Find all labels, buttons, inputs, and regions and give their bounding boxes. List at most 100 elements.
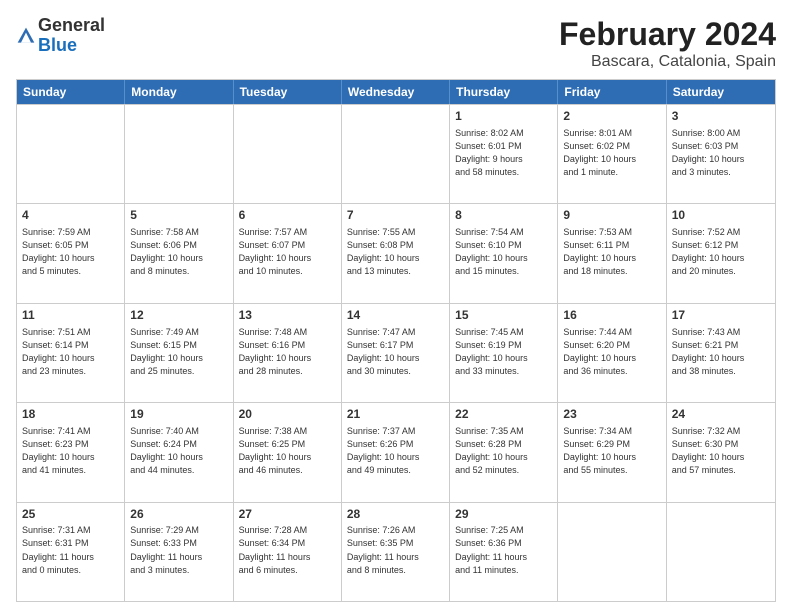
day-info: Sunrise: 7:29 AM Sunset: 6:33 PM Dayligh…	[130, 524, 227, 576]
cal-cell: 14 Sunrise: 7:47 AM Sunset: 6:17 PM Dayli…	[342, 304, 450, 402]
cal-header-cell-wednesday: Wednesday	[342, 80, 450, 104]
day-number: 27	[239, 506, 336, 523]
day-number: 24	[672, 406, 770, 423]
day-number: 9	[563, 207, 660, 224]
day-number: 25	[22, 506, 119, 523]
cal-cell	[342, 105, 450, 203]
calendar: SundayMondayTuesdayWednesdayThursdayFrid…	[16, 79, 776, 602]
day-info: Sunrise: 7:45 AM Sunset: 6:19 PM Dayligh…	[455, 326, 552, 378]
day-info: Sunrise: 8:00 AM Sunset: 6:03 PM Dayligh…	[672, 127, 770, 179]
day-info: Sunrise: 7:41 AM Sunset: 6:23 PM Dayligh…	[22, 425, 119, 477]
cal-cell: 7 Sunrise: 7:55 AM Sunset: 6:08 PM Daylig…	[342, 204, 450, 302]
day-info: Sunrise: 7:57 AM Sunset: 6:07 PM Dayligh…	[239, 226, 336, 278]
cal-cell: 10 Sunrise: 7:52 AM Sunset: 6:12 PM Dayli…	[667, 204, 775, 302]
day-number: 19	[130, 406, 227, 423]
day-info: Sunrise: 7:53 AM Sunset: 6:11 PM Dayligh…	[563, 226, 660, 278]
day-info: Sunrise: 7:43 AM Sunset: 6:21 PM Dayligh…	[672, 326, 770, 378]
cal-cell: 2Sunrise: 8:01 AM Sunset: 6:02 PM Daylig…	[558, 105, 666, 203]
calendar-header: SundayMondayTuesdayWednesdayThursdayFrid…	[17, 80, 775, 104]
cal-week-1: 4 Sunrise: 7:59 AM Sunset: 6:05 PM Daylig…	[17, 203, 775, 302]
day-info: Sunrise: 7:59 AM Sunset: 6:05 PM Dayligh…	[22, 226, 119, 278]
day-info: Sunrise: 7:55 AM Sunset: 6:08 PM Dayligh…	[347, 226, 444, 278]
logo-text: General Blue	[38, 16, 105, 56]
cal-cell: 21Sunrise: 7:37 AM Sunset: 6:26 PM Dayli…	[342, 403, 450, 501]
cal-week-4: 25Sunrise: 7:31 AM Sunset: 6:31 PM Dayli…	[17, 502, 775, 601]
cal-cell: 5Sunrise: 7:58 AM Sunset: 6:06 PM Daylig…	[125, 204, 233, 302]
day-info: Sunrise: 7:40 AM Sunset: 6:24 PM Dayligh…	[130, 425, 227, 477]
day-info: Sunrise: 8:02 AM Sunset: 6:01 PM Dayligh…	[455, 127, 552, 179]
day-info: Sunrise: 7:35 AM Sunset: 6:28 PM Dayligh…	[455, 425, 552, 477]
cal-cell: 29Sunrise: 7:25 AM Sunset: 6:36 PM Dayli…	[450, 503, 558, 601]
page: General Blue February 2024 Bascara, Cata…	[0, 0, 792, 612]
logo-icon	[16, 26, 36, 46]
cal-cell: 13Sunrise: 7:48 AM Sunset: 6:16 PM Dayli…	[234, 304, 342, 402]
logo: General Blue	[16, 16, 105, 56]
cal-cell	[558, 503, 666, 601]
calendar-body: 1 Sunrise: 8:02 AM Sunset: 6:01 PM Daylig…	[17, 104, 775, 601]
day-number: 6	[239, 207, 336, 224]
cal-cell: 17 Sunrise: 7:43 AM Sunset: 6:21 PM Dayli…	[667, 304, 775, 402]
cal-week-2: 11 Sunrise: 7:51 AM Sunset: 6:14 PM Dayli…	[17, 303, 775, 402]
cal-cell	[17, 105, 125, 203]
day-number: 18	[22, 406, 119, 423]
cal-header-cell-sunday: Sunday	[17, 80, 125, 104]
day-info: Sunrise: 7:32 AM Sunset: 6:30 PM Dayligh…	[672, 425, 770, 477]
cal-cell: 23 Sunrise: 7:34 AM Sunset: 6:29 PM Dayli…	[558, 403, 666, 501]
cal-cell	[234, 105, 342, 203]
cal-cell: 18 Sunrise: 7:41 AM Sunset: 6:23 PM Dayli…	[17, 403, 125, 501]
day-info: Sunrise: 7:51 AM Sunset: 6:14 PM Dayligh…	[22, 326, 119, 378]
day-number: 4	[22, 207, 119, 224]
day-number: 14	[347, 307, 444, 324]
cal-cell: 25Sunrise: 7:31 AM Sunset: 6:31 PM Dayli…	[17, 503, 125, 601]
cal-header-cell-monday: Monday	[125, 80, 233, 104]
day-info: Sunrise: 7:34 AM Sunset: 6:29 PM Dayligh…	[563, 425, 660, 477]
day-number: 23	[563, 406, 660, 423]
cal-cell: 27Sunrise: 7:28 AM Sunset: 6:34 PM Dayli…	[234, 503, 342, 601]
day-number: 12	[130, 307, 227, 324]
cal-cell: 6 Sunrise: 7:57 AM Sunset: 6:07 PM Daylig…	[234, 204, 342, 302]
day-number: 21	[347, 406, 444, 423]
day-number: 20	[239, 406, 336, 423]
cal-cell: 24 Sunrise: 7:32 AM Sunset: 6:30 PM Dayli…	[667, 403, 775, 501]
day-info: Sunrise: 7:26 AM Sunset: 6:35 PM Dayligh…	[347, 524, 444, 576]
cal-cell: 3Sunrise: 8:00 AM Sunset: 6:03 PM Daylig…	[667, 105, 775, 203]
cal-header-cell-tuesday: Tuesday	[234, 80, 342, 104]
day-info: Sunrise: 7:47 AM Sunset: 6:17 PM Dayligh…	[347, 326, 444, 378]
cal-week-3: 18 Sunrise: 7:41 AM Sunset: 6:23 PM Dayli…	[17, 402, 775, 501]
header: General Blue February 2024 Bascara, Cata…	[16, 16, 776, 71]
title-block: February 2024 Bascara, Catalonia, Spain	[559, 16, 776, 71]
day-number: 10	[672, 207, 770, 224]
cal-cell: 28Sunrise: 7:26 AM Sunset: 6:35 PM Dayli…	[342, 503, 450, 601]
day-info: Sunrise: 7:54 AM Sunset: 6:10 PM Dayligh…	[455, 226, 552, 278]
cal-cell: 20 Sunrise: 7:38 AM Sunset: 6:25 PM Dayli…	[234, 403, 342, 501]
day-info: Sunrise: 7:31 AM Sunset: 6:31 PM Dayligh…	[22, 524, 119, 576]
calendar-title: February 2024	[559, 16, 776, 53]
cal-cell: 8 Sunrise: 7:54 AM Sunset: 6:10 PM Daylig…	[450, 204, 558, 302]
cal-cell: 1 Sunrise: 8:02 AM Sunset: 6:01 PM Daylig…	[450, 105, 558, 203]
cal-cell: 12Sunrise: 7:49 AM Sunset: 6:15 PM Dayli…	[125, 304, 233, 402]
cal-cell: 16Sunrise: 7:44 AM Sunset: 6:20 PM Dayli…	[558, 304, 666, 402]
cal-cell	[667, 503, 775, 601]
day-info: Sunrise: 7:25 AM Sunset: 6:36 PM Dayligh…	[455, 524, 552, 576]
logo-blue-text: Blue	[38, 36, 105, 56]
day-number: 13	[239, 307, 336, 324]
day-info: Sunrise: 7:38 AM Sunset: 6:25 PM Dayligh…	[239, 425, 336, 477]
cal-cell: 4 Sunrise: 7:59 AM Sunset: 6:05 PM Daylig…	[17, 204, 125, 302]
day-number: 8	[455, 207, 552, 224]
day-number: 28	[347, 506, 444, 523]
cal-cell: 9 Sunrise: 7:53 AM Sunset: 6:11 PM Daylig…	[558, 204, 666, 302]
day-number: 7	[347, 207, 444, 224]
day-number: 1	[455, 108, 552, 125]
cal-header-cell-friday: Friday	[558, 80, 666, 104]
day-number: 11	[22, 307, 119, 324]
day-info: Sunrise: 7:44 AM Sunset: 6:20 PM Dayligh…	[563, 326, 660, 378]
day-number: 17	[672, 307, 770, 324]
cal-cell	[125, 105, 233, 203]
day-number: 5	[130, 207, 227, 224]
cal-cell: 19 Sunrise: 7:40 AM Sunset: 6:24 PM Dayli…	[125, 403, 233, 501]
cal-week-0: 1 Sunrise: 8:02 AM Sunset: 6:01 PM Daylig…	[17, 104, 775, 203]
calendar-subtitle: Bascara, Catalonia, Spain	[559, 53, 776, 71]
day-info: Sunrise: 7:28 AM Sunset: 6:34 PM Dayligh…	[239, 524, 336, 576]
cal-cell: 26Sunrise: 7:29 AM Sunset: 6:33 PM Dayli…	[125, 503, 233, 601]
day-info: Sunrise: 7:52 AM Sunset: 6:12 PM Dayligh…	[672, 226, 770, 278]
